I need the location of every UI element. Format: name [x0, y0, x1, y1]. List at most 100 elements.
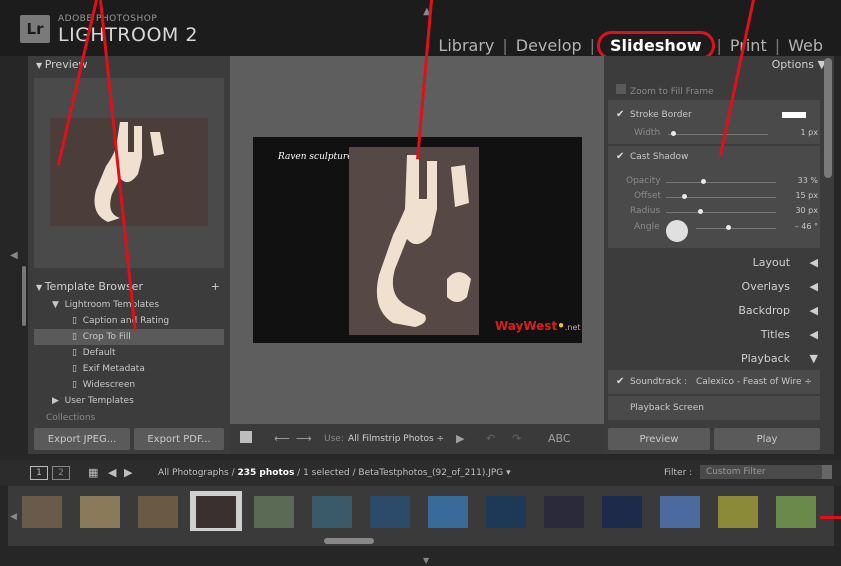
- play-preview-icon[interactable]: ▶: [456, 432, 464, 445]
- filmstrip-thumbnail[interactable]: [770, 491, 822, 531]
- filmstrip-thumbnail[interactable]: [132, 491, 184, 531]
- module-web[interactable]: Web: [782, 36, 829, 55]
- collections-panel-header[interactable]: Collections: [28, 413, 248, 423]
- backdrop-panel-header[interactable]: Backdrop ◀: [604, 302, 834, 320]
- width-slider[interactable]: [668, 131, 768, 136]
- filter-select[interactable]: Custom Filter: [700, 465, 822, 479]
- next-arrow-icon[interactable]: ⟶: [296, 432, 312, 445]
- soundtrack-select[interactable]: Calexico - Feast of Wire ÷: [696, 377, 812, 387]
- template-item-label: Default: [82, 348, 116, 358]
- cast-shadow-label: Cast Shadow: [630, 152, 689, 162]
- filmstrip-thumbnail[interactable]: [712, 491, 764, 531]
- slide-canvas: Raven sculpture WayWest•.net: [253, 137, 582, 343]
- preview-button[interactable]: Preview: [608, 428, 710, 450]
- template-group-lightroom[interactable]: ▼ Lightroom Templates: [34, 297, 224, 313]
- module-library[interactable]: Library: [432, 36, 500, 55]
- template-group-label: Lightroom Templates: [64, 300, 160, 310]
- filmstrip-thumbnail[interactable]: [248, 491, 300, 531]
- radius-slider[interactable]: [666, 209, 776, 214]
- grid-view-icon[interactable]: ▦: [88, 466, 98, 479]
- offset-slider[interactable]: [666, 194, 776, 199]
- filmstrip-thumbnail[interactable]: [654, 491, 706, 531]
- filmstrip-left-arrow-icon[interactable]: ◀: [10, 512, 17, 522]
- offset-label: Offset: [634, 191, 662, 201]
- template-item-caption-and-rating[interactable]: ▯ Caption and Rating: [34, 313, 224, 329]
- filmstrip-thumbnail[interactable]: [538, 491, 590, 531]
- secondary-window-button[interactable]: 2: [52, 466, 70, 480]
- preview-panel-header[interactable]: Preview: [28, 56, 230, 74]
- annotation-line: [820, 516, 841, 519]
- module-separator: |: [589, 36, 596, 55]
- filmstrip-thumbnail[interactable]: [422, 491, 474, 531]
- stop-icon[interactable]: [240, 431, 252, 443]
- filmstrip-toolbar: 1 2 ▦ ◀ ▶ All Photographs / 235 photos /…: [0, 460, 841, 486]
- thumbnail-image: [254, 496, 294, 528]
- stroke-border-checkbox[interactable]: ✔ Stroke Border: [616, 110, 692, 121]
- export-pdf-button[interactable]: Export PDF...: [134, 428, 224, 450]
- filmstrip-thumbnail[interactable]: [190, 491, 242, 531]
- rotate-right-icon[interactable]: ↷: [512, 432, 521, 445]
- module-separator: |: [502, 36, 508, 55]
- zoom-to-fill-checkbox[interactable]: Zoom to Fill Frame: [616, 84, 714, 97]
- filmstrip-scrollbar[interactable]: [324, 538, 374, 544]
- template-item-crop-to-fill[interactable]: ▯ Crop To Fill: [34, 329, 224, 345]
- playback-panel-header[interactable]: Playback ▼: [604, 350, 834, 368]
- module-separator: |: [774, 36, 781, 55]
- filmstrip-thumbnail[interactable]: [480, 491, 532, 531]
- right-panel-scrollbar[interactable]: [824, 58, 832, 178]
- left-panel-toggle-icon[interactable]: ◀: [10, 250, 18, 261]
- opacity-value: 33 %: [797, 176, 818, 185]
- thumbnail-image: [718, 496, 758, 528]
- opacity-slider[interactable]: [666, 179, 776, 184]
- template-item-exif-metadata[interactable]: ▯ Exif Metadata: [34, 361, 224, 377]
- offset-value: 15 px: [795, 191, 818, 200]
- playback-label: Playback: [740, 352, 791, 365]
- opacity-slider-knob[interactable]: [700, 179, 706, 184]
- back-arrow-icon[interactable]: ◀: [108, 466, 116, 479]
- use-photos-select[interactable]: All Filmstrip Photos ÷: [348, 434, 444, 444]
- angle-dial[interactable]: [666, 220, 688, 242]
- slide-editor: Raven sculpture WayWest•.net: [230, 56, 604, 424]
- bottom-panel-toggle-icon[interactable]: ▼: [423, 556, 429, 565]
- radius-value: 30 px: [795, 206, 818, 215]
- thumbnail-image: [660, 496, 700, 528]
- radius-slider-knob[interactable]: [697, 209, 703, 214]
- module-print[interactable]: Print: [724, 36, 773, 55]
- source-breadcrumb[interactable]: All Photographs / 235 photos / 1 selecte…: [158, 468, 511, 478]
- previous-arrow-icon[interactable]: ⟵: [274, 432, 290, 445]
- left-panel-scrollbar[interactable]: [22, 266, 26, 326]
- angle-slider[interactable]: [696, 225, 776, 230]
- filmstrip-thumbnail[interactable]: [74, 491, 126, 531]
- filmstrip-thumbnail[interactable]: [16, 491, 68, 531]
- cast-shadow-checkbox[interactable]: ✔ Cast Shadow: [616, 152, 689, 163]
- template-item-widescreen[interactable]: ▯ Widescreen: [34, 377, 224, 393]
- primary-window-button[interactable]: 1: [30, 466, 48, 480]
- angle-slider-knob[interactable]: [726, 225, 731, 230]
- rotate-left-icon[interactable]: ↶: [486, 432, 495, 445]
- filmstrip-thumbnail[interactable]: [306, 491, 358, 531]
- add-template-icon[interactable]: +: [211, 278, 220, 296]
- filter-switch-icon[interactable]: [822, 465, 832, 479]
- filmstrip: [8, 486, 834, 546]
- forward-arrow-icon[interactable]: ▶: [124, 466, 132, 479]
- slide-photo: [349, 147, 479, 335]
- slide-caption[interactable]: Raven sculpture: [278, 152, 353, 162]
- zoom-to-fill-label: Zoom to Fill Frame: [630, 87, 714, 97]
- export-jpeg-button[interactable]: Export JPEG...: [34, 428, 130, 450]
- offset-slider-knob[interactable]: [681, 194, 687, 199]
- filmstrip-thumbnail[interactable]: [596, 491, 648, 531]
- layout-panel-header[interactable]: Layout ◀: [604, 254, 834, 272]
- width-slider-knob[interactable]: [671, 131, 676, 136]
- overlays-panel-header[interactable]: Overlays ◀: [604, 278, 834, 296]
- titles-panel-header[interactable]: Titles ◀: [604, 326, 834, 344]
- play-button[interactable]: Play: [714, 428, 820, 450]
- options-panel-header[interactable]: Options ▼: [604, 56, 834, 74]
- template-item-default[interactable]: ▯ Default: [34, 345, 224, 361]
- backdrop-label: Backdrop: [738, 304, 791, 317]
- module-develop[interactable]: Develop: [510, 36, 588, 55]
- soundtrack-checkbox[interactable]: ✔ Soundtrack :: [616, 377, 687, 388]
- add-text-button[interactable]: ABC: [548, 432, 571, 445]
- stroke-color-swatch[interactable]: [782, 112, 806, 118]
- template-group-user[interactable]: ▶ User Templates: [34, 393, 224, 409]
- filmstrip-thumbnail[interactable]: [364, 491, 416, 531]
